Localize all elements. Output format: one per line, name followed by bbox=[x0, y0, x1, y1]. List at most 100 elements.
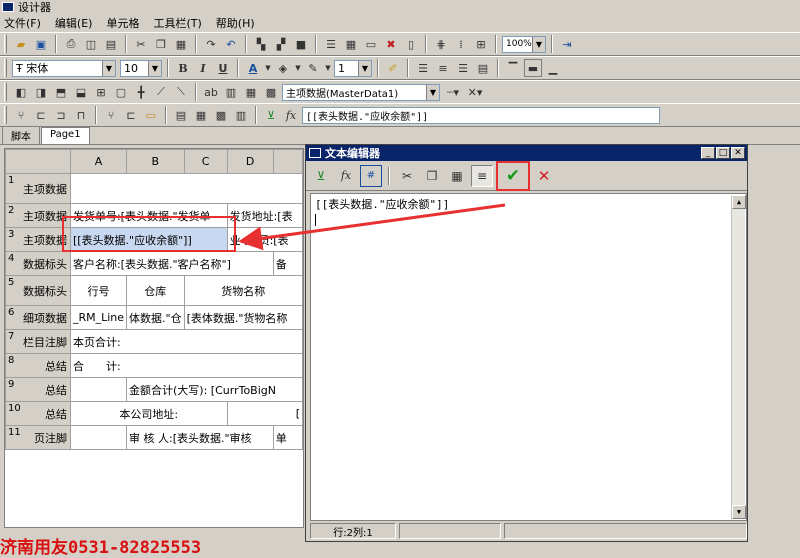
paste-icon[interactable]: ▦ bbox=[446, 165, 468, 187]
snap-icon[interactable]: ⊞ bbox=[472, 35, 490, 53]
menu-cell[interactable]: 单元格 bbox=[106, 15, 139, 31]
row-header[interactable]: 5 数据标头 bbox=[5, 275, 71, 306]
row-header[interactable]: 6 细项数据 bbox=[5, 305, 71, 330]
table-cell[interactable] bbox=[69, 173, 303, 204]
border-top-icon[interactable]: ⬒ bbox=[52, 83, 70, 101]
chevron-down-icon[interactable]: ▼ bbox=[324, 59, 332, 77]
highlight-icon[interactable]: ✐ bbox=[384, 59, 402, 77]
col-header-a[interactable]: A bbox=[69, 149, 128, 174]
fx-icon[interactable]: fx bbox=[335, 165, 357, 187]
font-name-select[interactable]: Ŧ 宋体 ▼ bbox=[12, 59, 116, 77]
insert-table-icon[interactable]: ▦ bbox=[342, 35, 360, 53]
chevron-down-icon[interactable]: ▼ bbox=[294, 59, 302, 77]
insert-variable-icon[interactable]: # bbox=[360, 164, 382, 187]
valign-top-icon[interactable]: ▔ bbox=[504, 59, 522, 77]
cut-icon[interactable]: ✂ bbox=[396, 165, 418, 187]
border-all-icon[interactable]: ⊞ bbox=[92, 83, 110, 101]
table-cell[interactable]: [表体数据."货物名称 bbox=[183, 305, 303, 330]
vertical-scrollbar[interactable]: ▲ ▼ bbox=[731, 195, 746, 519]
insert-row-icon[interactable]: ☰ bbox=[322, 35, 340, 53]
redo-icon[interactable]: ↷ bbox=[202, 35, 220, 53]
scroll-up-icon[interactable]: ▲ bbox=[732, 195, 746, 209]
zoom-select[interactable]: 100% ▼ bbox=[502, 35, 546, 53]
band-title-icon[interactable]: ▥ bbox=[232, 106, 250, 124]
data-group-icon[interactable]: ▦ bbox=[242, 83, 260, 101]
copy-icon[interactable]: ❐ bbox=[421, 165, 443, 187]
insert-band-icon[interactable]: ▭ bbox=[362, 35, 380, 53]
menu-file[interactable]: 文件(F) bbox=[4, 15, 41, 31]
band-detail-icon[interactable]: ⊏ bbox=[32, 106, 50, 124]
cancel-button[interactable]: ✕ bbox=[533, 165, 555, 187]
formula-input[interactable]: [[表头数据."应收余额"]] bbox=[302, 106, 660, 124]
table-cell[interactable]: 备 bbox=[272, 251, 303, 276]
table-cell[interactable]: 行号 bbox=[69, 275, 128, 306]
table-cell[interactable]: _RM_Line bbox=[69, 305, 128, 330]
tab-script[interactable]: 脚本 bbox=[2, 126, 40, 144]
toolbar-grip[interactable] bbox=[4, 83, 7, 101]
delete-icon[interactable]: ✖ bbox=[382, 35, 400, 53]
table-cell[interactable]: 仓库 bbox=[126, 275, 185, 306]
insert-field-icon[interactable]: ⊻ bbox=[310, 165, 332, 187]
save-icon[interactable]: ▣ bbox=[32, 35, 50, 53]
paste-icon[interactable]: ▦ bbox=[172, 35, 190, 53]
table-cell[interactable] bbox=[69, 377, 128, 402]
print-setup-icon[interactable]: ▤ bbox=[102, 35, 120, 53]
print-icon[interactable]: ⎙ bbox=[62, 35, 80, 53]
row-header[interactable]: 11 页注脚 bbox=[5, 425, 71, 450]
row-header[interactable]: 10 总结 bbox=[5, 401, 71, 426]
table-cell[interactable]: 单 bbox=[272, 425, 303, 450]
row-header[interactable]: 4 数据标头 bbox=[5, 251, 71, 276]
table-cell[interactable]: 客户名称:[表头数据."客户名称"] bbox=[69, 251, 274, 276]
underline-button[interactable]: U bbox=[214, 59, 232, 77]
table-cell[interactable]: 本页合计: bbox=[69, 329, 303, 354]
band-page-icon[interactable]: ▩ bbox=[212, 106, 230, 124]
toolbar-grip[interactable] bbox=[4, 59, 7, 77]
data-sum-icon[interactable]: ▩ bbox=[262, 83, 280, 101]
col-header-d[interactable]: D bbox=[226, 149, 274, 174]
undo-icon[interactable]: ↶ bbox=[222, 35, 240, 53]
font-size-select[interactable]: 10 ▼ bbox=[120, 59, 162, 77]
table-cell[interactable]: 业 务 员:[表 bbox=[226, 227, 303, 252]
data-field-icon[interactable]: ab bbox=[202, 83, 220, 101]
chevron-down-icon[interactable]: ▼ bbox=[264, 59, 272, 77]
confirm-button[interactable]: ✔ bbox=[496, 160, 530, 191]
clear-icon[interactable]: ✕▾ bbox=[466, 83, 484, 101]
insert-field-icon[interactable]: ⊻ bbox=[262, 106, 280, 124]
band-summary-icon[interactable]: ▦ bbox=[192, 106, 210, 124]
sheet-corner[interactable] bbox=[5, 149, 71, 174]
row-header[interactable]: 9 总结 bbox=[5, 377, 71, 402]
maximize-icon[interactable]: □ bbox=[716, 147, 730, 159]
grid-icon[interactable]: ⋕ bbox=[432, 35, 450, 53]
border-left-icon[interactable]: ◧ bbox=[12, 83, 30, 101]
band-footer-icon[interactable]: ⊓ bbox=[72, 106, 90, 124]
design-sheet[interactable]: A B C D 1 主项数据 2 主项数据 发货单号:[表头数据."发货单 发货地址… bbox=[4, 148, 304, 528]
table-cell[interactable]: 发货地址:[表 bbox=[226, 203, 303, 228]
send-back-icon[interactable]: ▞ bbox=[272, 35, 290, 53]
valign-middle-icon[interactable]: ▬ bbox=[524, 59, 542, 77]
band-header-icon[interactable]: ⑂ bbox=[12, 106, 30, 124]
tab-page1[interactable]: Page1 bbox=[41, 127, 90, 144]
table-cell[interactable]: 本公司地址: bbox=[69, 401, 228, 426]
table-cell[interactable]: 金额合计(大写): [CurrToBigN bbox=[126, 377, 303, 402]
editor-text-area[interactable]: [[表头数据."应收余额"]] ▲ ▼ bbox=[310, 193, 747, 521]
border-right-icon[interactable]: ◨ bbox=[32, 83, 50, 101]
border-none-icon[interactable]: ▢ bbox=[112, 83, 130, 101]
border-bottom-icon[interactable]: ⬓ bbox=[72, 83, 90, 101]
row-header[interactable]: 1 主项数据 bbox=[5, 173, 71, 204]
font-color-icon[interactable]: A bbox=[244, 59, 262, 77]
band-column-icon[interactable]: ▤ bbox=[172, 106, 190, 124]
fx-icon[interactable]: fx bbox=[282, 106, 300, 124]
preview-icon[interactable]: ◫ bbox=[82, 35, 100, 53]
col-header-b[interactable]: B bbox=[126, 149, 185, 174]
band-master-icon[interactable]: ⑂ bbox=[102, 106, 120, 124]
band-group-icon[interactable]: ⊐ bbox=[52, 106, 70, 124]
table-cell[interactable]: 合 计: bbox=[69, 353, 303, 378]
table-cell[interactable]: [ bbox=[226, 401, 303, 426]
row-header[interactable]: 7 栏目注脚 bbox=[5, 329, 71, 354]
word-wrap-icon[interactable]: ≡ bbox=[471, 164, 493, 187]
scroll-down-icon[interactable]: ▼ bbox=[732, 505, 746, 519]
bold-button[interactable]: B bbox=[174, 59, 192, 77]
toolbar-grip[interactable] bbox=[4, 35, 7, 53]
group-icon[interactable]: ■ bbox=[292, 35, 310, 53]
align-left-icon[interactable]: ☰ bbox=[414, 59, 432, 77]
